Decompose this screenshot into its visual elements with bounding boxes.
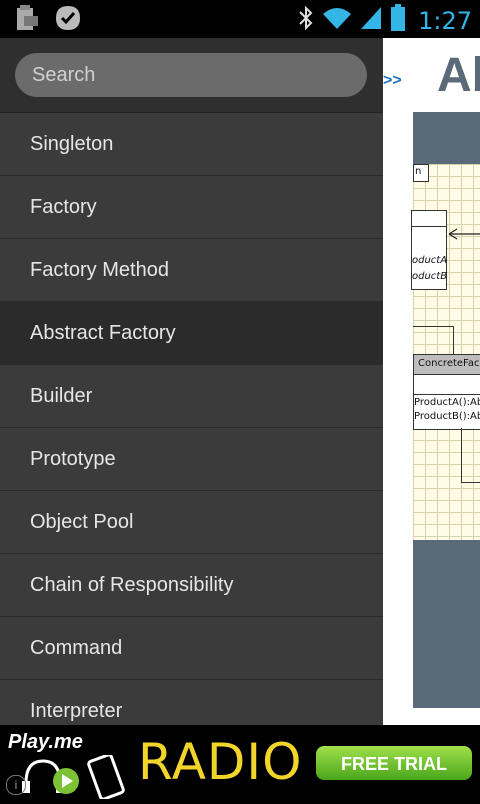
menu-item-object-pool[interactable]: Object Pool [0, 491, 383, 554]
menu-item-builder[interactable]: Builder [0, 365, 383, 428]
search-input[interactable] [15, 53, 367, 97]
play-icon [52, 767, 80, 800]
check-badge-icon [54, 4, 82, 37]
menu-item-label: Command [30, 636, 123, 659]
uml-concrete-label: ConcreteFac [418, 358, 480, 369]
expand-arrows[interactable]: >> [383, 72, 402, 90]
navigation-drawer: Singleton Factory Factory Method Abstrac… [0, 38, 383, 725]
uml-box-products: oductA oductB [411, 226, 447, 290]
uml-concrete-header: ConcreteFac [413, 354, 480, 376]
menu-item-label: Factory [30, 195, 97, 218]
content-panel: >> Ab n oductA oductB ConcreteFac Produc… [383, 38, 480, 725]
menu-item-prototype[interactable]: Prototype [0, 428, 383, 491]
uml-product-a: oductA [412, 255, 448, 266]
menu-item-label: Builder [30, 384, 93, 407]
page-title: Ab [437, 49, 480, 102]
menu-item-label: Factory Method [30, 258, 169, 281]
status-bar: 1:27 [0, 0, 480, 38]
bluetooth-icon [298, 5, 314, 36]
clock: 1:27 [418, 6, 472, 35]
menu-item-factory[interactable]: Factory [0, 176, 383, 239]
uml-connector [413, 326, 454, 355]
uml-connector-lower [461, 428, 480, 483]
sd-card-icon [14, 4, 40, 37]
menu-item-label: Interpreter [30, 699, 123, 722]
ad-headline: RADIO [138, 733, 303, 791]
menu-list: Singleton Factory Factory Method Abstrac… [0, 113, 383, 725]
uml-tab-text: n [415, 166, 422, 177]
uml-concrete-methods: ProductA():Abs ProductB():Abs [413, 394, 480, 430]
phone-icon [84, 753, 130, 804]
signal-icon [360, 6, 382, 35]
info-icon[interactable]: i [6, 775, 26, 795]
search-bar [0, 38, 383, 113]
free-trial-button[interactable]: FREE TRIAL [316, 746, 472, 780]
diagram-grid: n oductA oductB ConcreteFac ProductA():A… [411, 164, 480, 540]
uml-tab: n [413, 164, 429, 182]
menu-item-interpreter[interactable]: Interpreter [0, 680, 383, 725]
menu-item-label: Abstract Factory [30, 321, 176, 344]
ad-banner[interactable]: Play.me RADIO FREE TRIAL i [0, 725, 480, 801]
menu-item-chain-of-responsibility[interactable]: Chain of Responsibility [0, 554, 383, 617]
uml-product-b: oductB [412, 271, 448, 282]
content-header: >> Ab [383, 38, 480, 110]
arrow-icon [447, 226, 480, 247]
menu-item-factory-method[interactable]: Factory Method [0, 239, 383, 302]
battery-icon [390, 4, 406, 37]
uml-method-a: ProductA():Abs [414, 397, 480, 408]
ad-brand: Play.me [8, 731, 83, 753]
uml-diagram: n oductA oductB ConcreteFac ProductA():A… [411, 112, 480, 708]
menu-item-abstract-factory[interactable]: Abstract Factory [0, 302, 383, 365]
menu-item-command[interactable]: Command [0, 617, 383, 680]
uml-method-b: ProductB():Abs [414, 411, 480, 422]
menu-item-singleton[interactable]: Singleton [0, 113, 383, 176]
uml-concrete-attrs [413, 374, 480, 396]
menu-item-label: Prototype [30, 447, 116, 470]
menu-item-label: Object Pool [30, 510, 134, 533]
wifi-icon [322, 6, 352, 35]
menu-item-label: Chain of Responsibility [30, 573, 234, 596]
menu-item-label: Singleton [30, 132, 114, 155]
